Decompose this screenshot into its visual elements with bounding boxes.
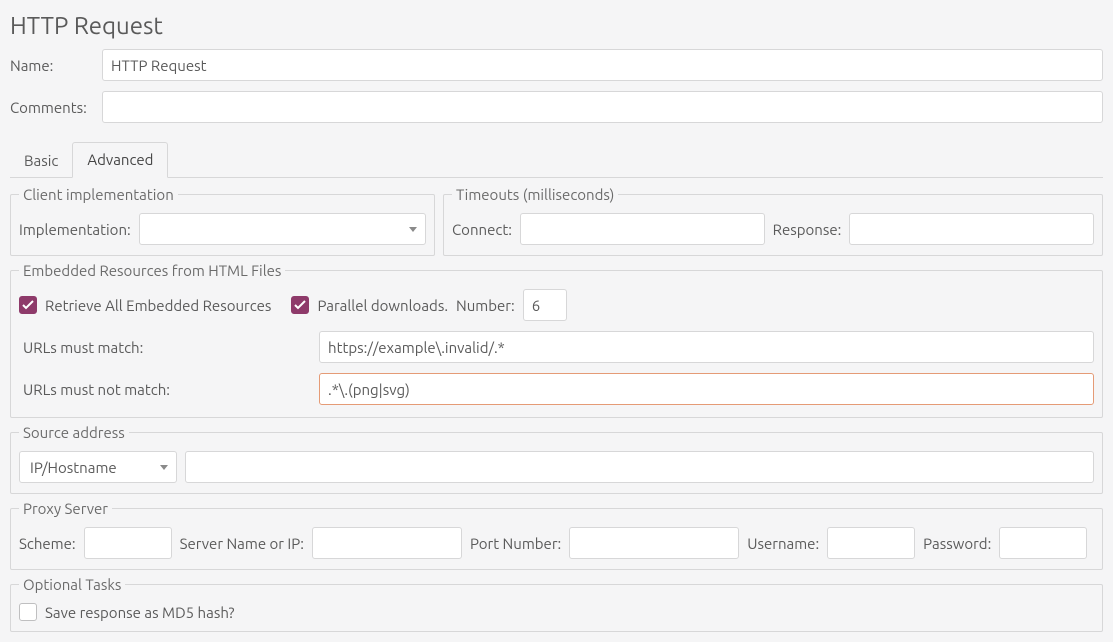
tab-advanced[interactable]: Advanced — [72, 142, 168, 178]
md5-label: Save response as MD5 hash? — [45, 604, 234, 621]
chevron-down-icon — [160, 465, 168, 470]
chevron-down-icon — [409, 227, 417, 232]
source-address-legend: Source address — [19, 424, 129, 441]
proxy-server-legend: Proxy Server — [19, 500, 112, 517]
proxy-pass-input[interactable] — [999, 527, 1087, 559]
embedded-resources-group: Embedded Resources from HTML Files Retri… — [10, 262, 1103, 418]
proxy-scheme-input[interactable] — [84, 527, 172, 559]
timeouts-legend: Timeouts (milliseconds) — [452, 186, 618, 203]
parallel-downloads-label: Parallel downloads. — [317, 297, 448, 314]
urls-notmatch-input[interactable] — [319, 373, 1094, 405]
retrieve-all-label: Retrieve All Embedded Resources — [45, 297, 271, 314]
response-label: Response: — [773, 221, 842, 238]
number-input[interactable] — [523, 289, 567, 321]
source-type-select[interactable]: IP/Hostname — [19, 451, 177, 483]
source-address-input[interactable] — [185, 451, 1094, 483]
urls-match-input[interactable] — [319, 331, 1094, 363]
proxy-port-label: Port Number: — [470, 535, 561, 552]
name-input[interactable] — [102, 49, 1103, 81]
proxy-pass-label: Password: — [923, 535, 991, 552]
proxy-port-input[interactable] — [569, 527, 739, 559]
retrieve-all-checkbox[interactable] — [19, 296, 37, 314]
proxy-user-input[interactable] — [827, 527, 915, 559]
comments-input[interactable] — [102, 91, 1103, 123]
client-implementation-group: Client implementation Implementation: — [10, 186, 435, 256]
response-input[interactable] — [849, 213, 1094, 245]
name-label: Name: — [10, 57, 102, 74]
urls-notmatch-label: URLs must not match: — [19, 381, 319, 398]
source-address-group: Source address IP/Hostname — [10, 424, 1103, 494]
comments-label: Comments: — [10, 99, 102, 116]
proxy-server-group: Proxy Server Scheme: Server Name or IP: … — [10, 500, 1103, 570]
source-type-value: IP/Hostname — [30, 459, 117, 476]
urls-match-label: URLs must match: — [19, 339, 319, 356]
check-icon — [22, 300, 34, 310]
connect-input[interactable] — [520, 213, 765, 245]
page-title: HTTP Request — [10, 12, 1103, 39]
implementation-select[interactable] — [139, 213, 426, 245]
optional-tasks-legend: Optional Tasks — [19, 576, 125, 593]
parallel-downloads-checkbox[interactable] — [291, 296, 309, 314]
md5-checkbox[interactable] — [19, 603, 37, 621]
tab-basic[interactable]: Basic — [10, 144, 72, 178]
implementation-label: Implementation: — [19, 221, 131, 238]
embedded-resources-legend: Embedded Resources from HTML Files — [19, 262, 285, 279]
proxy-user-label: Username: — [747, 535, 819, 552]
proxy-scheme-label: Scheme: — [19, 535, 76, 552]
proxy-server-input[interactable] — [312, 527, 462, 559]
check-icon — [294, 300, 306, 310]
client-implementation-legend: Client implementation — [19, 186, 178, 203]
timeouts-group: Timeouts (milliseconds) Connect: Respons… — [443, 186, 1103, 256]
connect-label: Connect: — [452, 221, 512, 238]
optional-tasks-group: Optional Tasks Save response as MD5 hash… — [10, 576, 1103, 632]
number-label: Number: — [456, 297, 515, 314]
tab-bar: Basic Advanced — [10, 141, 1103, 178]
proxy-server-label: Server Name or IP: — [180, 535, 304, 552]
